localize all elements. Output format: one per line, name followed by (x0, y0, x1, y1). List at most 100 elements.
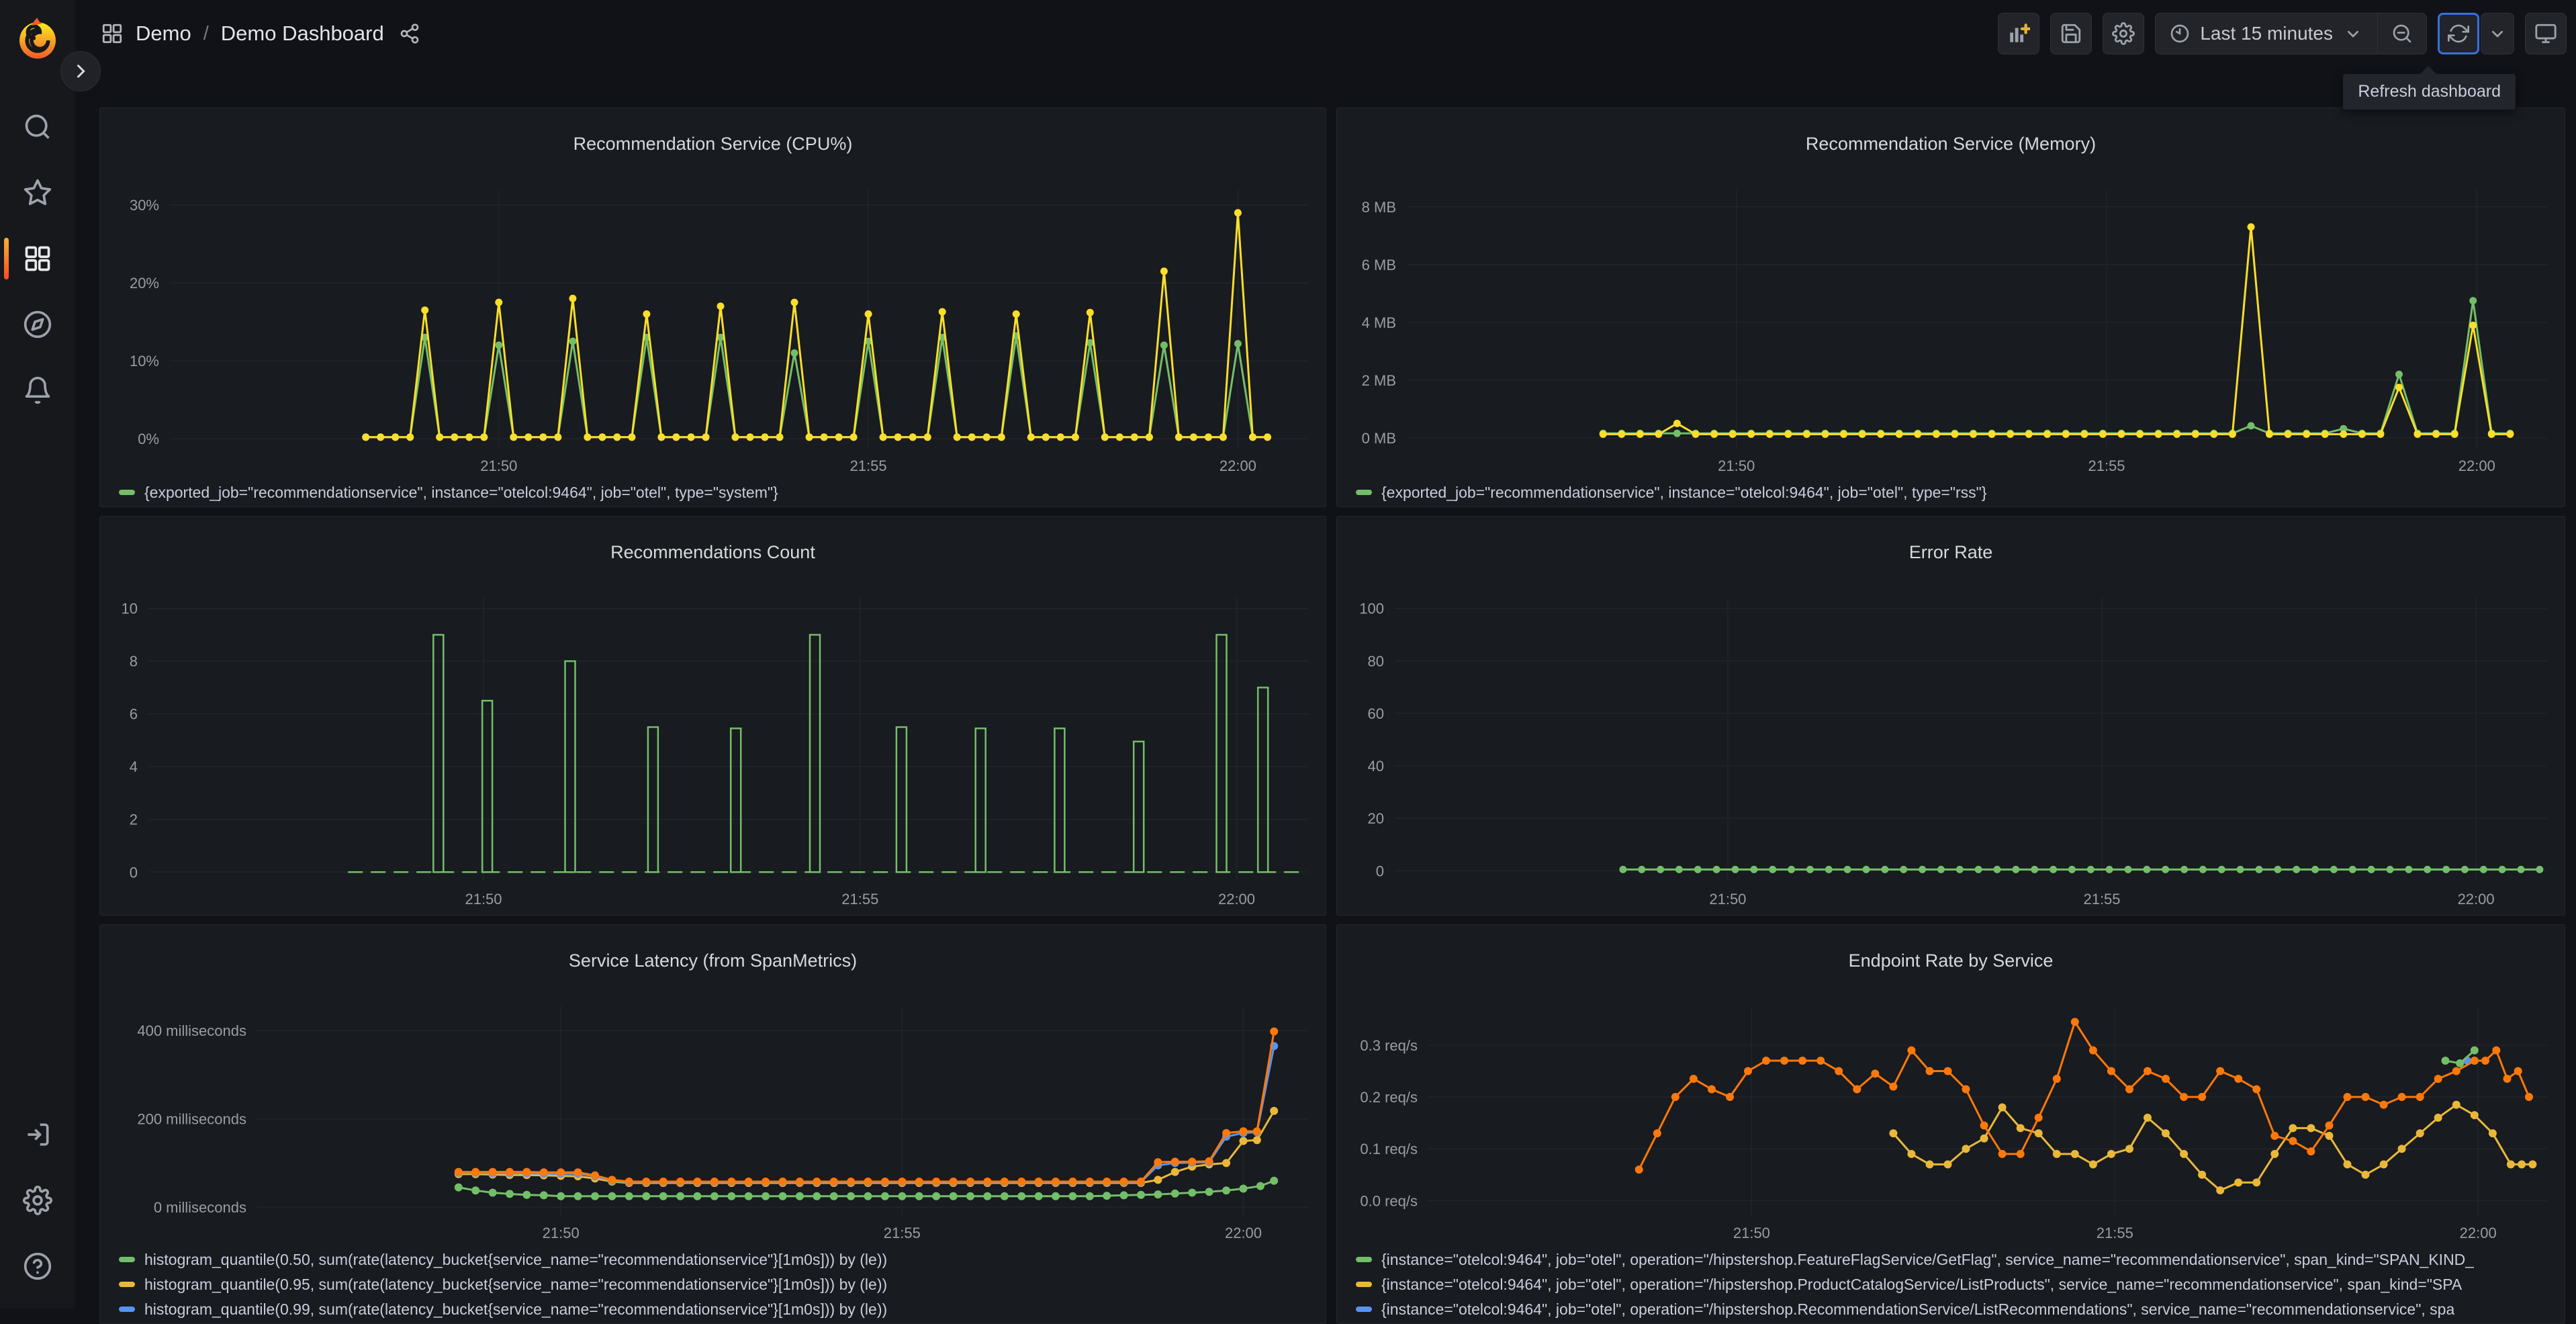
svg-text:4 MB: 4 MB (1362, 314, 1396, 331)
panel-legend: {instance="otelcol:9464", job="otel", op… (1356, 1247, 2558, 1323)
legend-item[interactable]: {instance="otelcol:9464", job="otel", op… (1356, 1247, 2558, 1272)
legend-item[interactable]: {exported_job="recommendationservice", i… (1356, 480, 2558, 505)
svg-text:6: 6 (130, 706, 138, 723)
active-indicator (4, 238, 9, 279)
svg-text:22:00: 22:00 (1220, 457, 1256, 474)
sidebar-item-explore[interactable] (0, 292, 75, 357)
sidebar-item-sign-in[interactable] (0, 1102, 75, 1167)
timeseries-chart[interactable]: 0 milliseconds 200 milliseconds 400 millis… (100, 997, 1326, 1246)
legend-item[interactable]: {exported_job="recommendationservice", i… (119, 480, 1319, 505)
panel-title[interactable]: Recommendations Count (100, 531, 1326, 573)
zoom-out-button[interactable] (2378, 13, 2426, 54)
panel-recommendation-cpu: Recommendation Service (CPU%) 0% 10% 20% 30… (99, 107, 1326, 507)
dashboard-settings-button[interactable] (2103, 13, 2145, 54)
panel-title[interactable]: Recommendation Service (Memory) (1337, 123, 2565, 165)
timeseries-chart[interactable]: 0% 10% 20% 30% 21:50 21:55 22:00 (100, 180, 1326, 479)
legend-label: {instance="otelcol:9464", job="otel", op… (1381, 1275, 2463, 1293)
legend-item[interactable]: {instance="otelcol:9464", job="otel", op… (1356, 1297, 2558, 1322)
legend-item[interactable]: histogram_quantile(0.95, sum(rate(latenc… (119, 1272, 1319, 1297)
legend-item[interactable]: {exported_job="recommendationservice", i… (119, 505, 1319, 506)
svg-text:0.2 req/s: 0.2 req/s (1360, 1089, 1418, 1106)
legend-item[interactable]: histogram_quantile(0.50, sum(rate(latenc… (119, 1247, 1319, 1272)
tooltip-arrow (2420, 66, 2436, 74)
clock-icon (2170, 24, 2189, 43)
add-panel-icon (2010, 24, 2031, 42)
dashboard-toolbar: Last 15 minutes (1998, 13, 2567, 54)
svg-text:0: 0 (130, 864, 138, 881)
share-icon[interactable] (399, 23, 420, 44)
refresh-icon (2448, 24, 2469, 43)
svg-text:21:55: 21:55 (850, 457, 887, 474)
breadcrumb-folder[interactable]: Demo (136, 21, 191, 46)
svg-text:80: 80 (1368, 653, 1384, 670)
legend-item[interactable]: {instance="otelcol:9464", job="otel", op… (1356, 1272, 2558, 1297)
timeseries-chart[interactable]: 0 20 40 60 80 100 21:50 21:55 22:00 (1337, 588, 2565, 912)
svg-text:0.3 req/s: 0.3 req/s (1360, 1037, 1418, 1054)
apps-grid-icon (102, 24, 122, 44)
timeseries-chart[interactable]: 0 MB 2 MB 4 MB 6 MB 8 MB 21:50 21:55 22:00 (1337, 180, 2565, 479)
legend-item[interactable]: {instance="otelcol:9464", job="otel", op… (1356, 914, 2558, 915)
add-panel-button[interactable] (1998, 13, 2040, 54)
save-dashboard-button[interactable] (2050, 13, 2092, 54)
breadcrumb: Demo / Demo Dashboard (101, 21, 420, 46)
svg-text:21:55: 21:55 (2088, 457, 2125, 474)
refresh-dashboard-button[interactable] (2438, 13, 2479, 54)
time-picker-group: Last 15 minutes (2155, 13, 2427, 54)
sign-in-icon (28, 1123, 49, 1146)
compass-icon (24, 310, 52, 339)
sidebar-item-help[interactable] (0, 1233, 75, 1299)
svg-text:0 MB: 0 MB (1362, 430, 1396, 447)
svg-text:21:55: 21:55 (884, 1225, 921, 1241)
grafana-logo-icon[interactable] (13, 15, 62, 63)
sidebar-item-settings[interactable] (0, 1167, 75, 1233)
panel-title[interactable]: Service Latency (from SpanMetrics) (100, 940, 1326, 981)
chevron-right-icon (77, 64, 85, 78)
svg-text:2 MB: 2 MB (1362, 372, 1396, 389)
panel-legend: {instance="otelcol:9464", job="otel", op… (1356, 914, 2558, 915)
panel-error-rate: Error Rate 0 20 40 60 80 100 21:50 21:55 22:00 {… (1336, 516, 2565, 916)
tv-mode-button[interactable] (2525, 13, 2567, 54)
panel-title[interactable]: Endpoint Rate by Service (1337, 940, 2565, 981)
time-range-picker[interactable]: Last 15 minutes (2156, 13, 2377, 54)
svg-text:10%: 10% (130, 353, 159, 369)
legend-label: {exported_job="recommendationservice", i… (1381, 483, 1987, 501)
sidebar-item-starred[interactable] (0, 160, 75, 226)
top-navbar: Demo / Demo Dashboard Last 15 minutes (75, 0, 2576, 67)
legend-item[interactable]: {exported_job="recommendationservice", i… (119, 914, 1319, 915)
svg-text:0 milliseconds: 0 milliseconds (154, 1199, 246, 1216)
svg-text:22:00: 22:00 (1218, 891, 1255, 908)
sidebar-item-dashboards[interactable] (0, 226, 75, 292)
svg-text:30%: 30% (130, 197, 159, 214)
legend-item[interactable]: histogram_quantile(0.99, sum(rate(latenc… (119, 1297, 1319, 1322)
legend-item[interactable]: {exported_job="recommendationservice", i… (1356, 505, 2558, 506)
panel-recommendations-count: Recommendations Count 0 2 4 6 8 10 21:50 21:55 2… (99, 516, 1326, 916)
panel-title[interactable]: Recommendation Service (CPU%) (100, 123, 1326, 165)
panel-endpoint-rate: Endpoint Rate by Service 0.0 req/s 0.1 re… (1336, 924, 2565, 1324)
tooltip-text: Refresh dashboard (2358, 82, 2501, 101)
star-icon (24, 179, 52, 206)
svg-text:21:50: 21:50 (1718, 457, 1755, 474)
breadcrumb-dashboard[interactable]: Demo Dashboard (221, 21, 384, 46)
svg-text:10: 10 (122, 601, 138, 617)
timeseries-chart[interactable]: 0.0 req/s 0.1 req/s 0.2 req/s 0.3 req/s 21:5… (1337, 997, 2565, 1246)
legend-swatch (1356, 1257, 1372, 1263)
sidebar-item-alerting[interactable] (0, 357, 75, 423)
breadcrumb-separator: / (203, 22, 209, 44)
panel-service-latency: Service Latency (from SpanMetrics) 0 mil… (99, 924, 1326, 1324)
svg-text:21:50: 21:50 (480, 457, 517, 474)
svg-text:22:00: 22:00 (2458, 457, 2495, 474)
sidebar-expand-button[interactable] (60, 51, 101, 91)
refresh-interval-dropdown[interactable] (2481, 13, 2514, 54)
refresh-tooltip: Refresh dashboard (2343, 66, 2516, 109)
panel-recommendation-memory: Recommendation Service (Memory) 0 MB 2 MB… (1336, 107, 2565, 507)
panel-title[interactable]: Error Rate (1337, 531, 2565, 573)
legend-swatch (1356, 1307, 1372, 1313)
bar-chart[interactable]: 0 2 4 6 8 10 21:50 21:55 22:00 (100, 588, 1326, 912)
svg-text:21:55: 21:55 (2083, 891, 2120, 908)
search-icon (25, 114, 50, 139)
svg-text:400 milliseconds: 400 milliseconds (137, 1022, 246, 1039)
svg-text:40: 40 (1368, 758, 1384, 775)
svg-text:20%: 20% (130, 275, 159, 292)
svg-text:200 milliseconds: 200 milliseconds (137, 1111, 246, 1128)
sidebar-item-search[interactable] (0, 94, 75, 160)
